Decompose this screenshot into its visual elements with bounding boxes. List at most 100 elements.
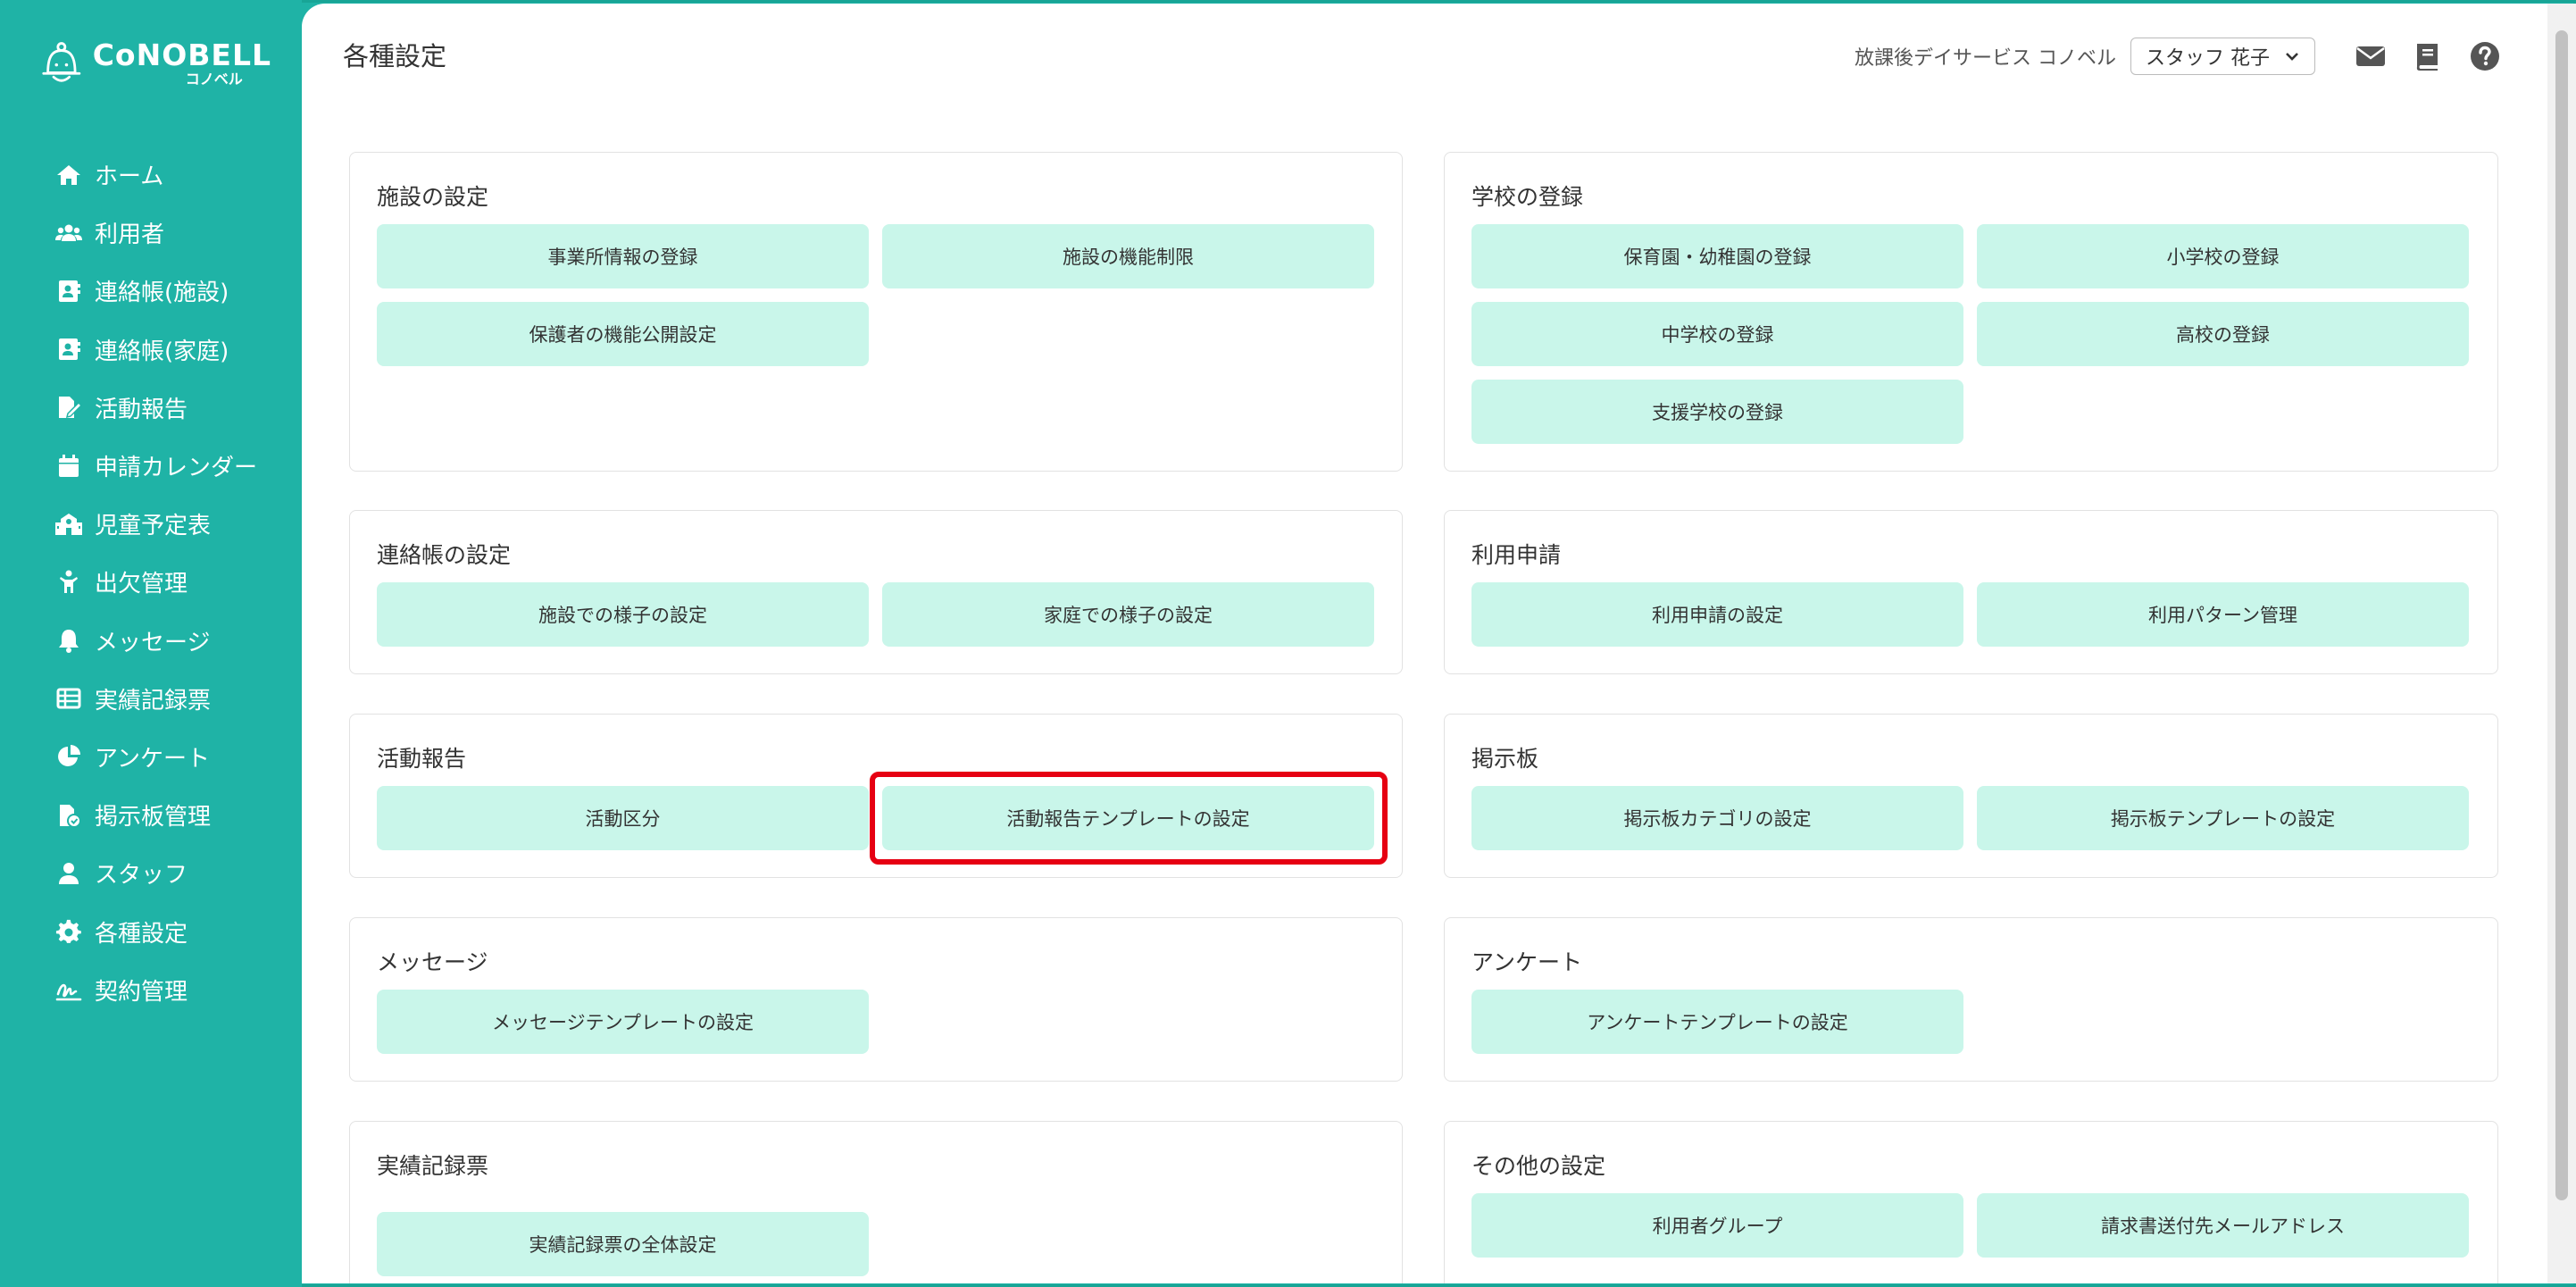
card-title: 掲示板 <box>1471 746 1539 772</box>
sidebar-item-label: ホーム <box>95 163 164 191</box>
sidebar-item-calendar[interactable]: 申請カレンダー <box>0 437 302 495</box>
card-title: その他の設定 <box>1471 1153 1606 1179</box>
sidebar-item-message[interactable]: メッセージ <box>0 612 302 670</box>
card-usage-application: 利用申請 利用申請の設定 利用パターン管理 <box>1444 510 2498 674</box>
usage-application-setting-button[interactable]: 利用申請の設定 <box>1471 582 1963 647</box>
sidebar-item-attendance[interactable]: 出欠管理 <box>0 553 302 611</box>
card-title: 実績記録票 <box>377 1153 489 1179</box>
sidebar-item-label: メッセージ <box>95 629 211 656</box>
sidebar-item-bulletin[interactable]: 掲示板管理 <box>0 786 302 844</box>
sidebar-item-label: 児童予定表 <box>95 513 212 540</box>
sidebar-item-record[interactable]: 実績記録票 <box>0 670 302 728</box>
sidebar-item-label: 実績記録票 <box>95 687 212 715</box>
card-contact-book-settings: 連絡帳の設定 施設での様子の設定 家庭での様子の設定 <box>349 510 1403 674</box>
school-icon <box>55 513 82 535</box>
report-edit-icon <box>59 397 82 419</box>
sidebar-item-label: 掲示板管理 <box>95 804 212 832</box>
sidebar-item-label: 連絡帳(家庭) <box>95 338 229 365</box>
elementary-registration-button[interactable]: 小学校の登録 <box>1977 224 2469 288</box>
card-activity-report: 活動報告 活動区分 活動報告テンプレートの設定 <box>349 714 1403 878</box>
sidebar-item-label: 連絡帳(施設) <box>95 280 229 307</box>
survey-template-button[interactable]: アンケートテンプレートの設定 <box>1471 990 1963 1054</box>
card-title: 活動報告 <box>377 746 467 772</box>
office-info-button[interactable]: 事業所情報の登録 <box>377 224 869 288</box>
usage-pattern-management-button[interactable]: 利用パターン管理 <box>1977 582 2469 647</box>
user-group-button[interactable]: 利用者グループ <box>1471 1193 1963 1258</box>
facility-function-limit-button[interactable]: 施設の機能制限 <box>882 224 1374 288</box>
card-performance-record: 実績記録票 実績記録票の全体設定 <box>349 1121 1403 1283</box>
sidebar-item-label: アンケート <box>95 745 210 773</box>
sidebar-item-users[interactable]: 利用者 <box>0 204 302 262</box>
staff-select-value: スタッフ 花子 <box>2146 47 2270 70</box>
home-icon <box>57 164 80 185</box>
sidebar: CoNOBELL コノベル ホーム 利用者 連絡帳(施設) 連絡帳(家庭) 活動… <box>0 0 302 1287</box>
header-right: 放課後デイサービス コノベル スタッフ 花子 <box>1855 36 2513 77</box>
user-icon <box>59 862 79 884</box>
chevron-down-icon <box>2286 53 2298 61</box>
card-title: メッセージ <box>377 949 488 975</box>
help-icon[interactable] <box>2469 40 2501 72</box>
brand-name: CoNOBELL <box>92 38 271 72</box>
sidebar-item-label: 出欠管理 <box>95 571 188 598</box>
sidebar-item-child-schedule[interactable]: 児童予定表 <box>0 495 302 553</box>
guardian-function-publish-button[interactable]: 保護者の機能公開設定 <box>377 302 869 366</box>
card-title: 連絡帳の設定 <box>377 542 512 568</box>
calendar-icon <box>59 454 79 477</box>
home-status-setting-button[interactable]: 家庭での様子の設定 <box>882 582 1374 647</box>
main-panel: 各種設定 放課後デイサービス コノベル スタッフ 花子 施設の設定 事業所情報の… <box>302 4 2547 1283</box>
staff-select[interactable]: スタッフ 花子 <box>2130 38 2315 75</box>
card-facility-settings: 施設の設定 事業所情報の登録 施設の機能制限 保護者の機能公開設定 <box>349 152 1403 472</box>
sidebar-nav: ホーム 利用者 連絡帳(施設) 連絡帳(家庭) 活動報告 申請カレンダー 児童予… <box>0 146 302 1019</box>
gear-icon <box>55 919 81 943</box>
sidebar-item-label: 利用者 <box>95 221 165 249</box>
bulletin-category-button[interactable]: 掲示板カテゴリの設定 <box>1471 786 1963 850</box>
page-title: 各種設定 <box>343 41 447 71</box>
sidebar-item-label: 活動報告 <box>95 396 188 423</box>
users-icon <box>55 224 82 241</box>
facility-name: 放課後デイサービス コノベル <box>1855 47 2116 70</box>
high-school-registration-button[interactable]: 高校の登録 <box>1977 302 2469 366</box>
facility-status-setting-button[interactable]: 施設での様子の設定 <box>377 582 869 647</box>
manual-book-icon[interactable] <box>2412 40 2444 72</box>
sidebar-item-label: 申請カレンダー <box>95 455 258 482</box>
child-icon <box>60 570 78 593</box>
message-template-button[interactable]: メッセージテンプレートの設定 <box>377 990 869 1054</box>
signature-icon <box>55 984 82 1001</box>
scrollbar-thumb[interactable] <box>2555 30 2568 1200</box>
junior-high-registration-button[interactable]: 中学校の登録 <box>1471 302 1963 366</box>
sidebar-item-staff[interactable]: スタッフ <box>0 844 302 902</box>
sidebar-item-contract[interactable]: 契約管理 <box>0 961 302 1019</box>
card-title: 学校の登録 <box>1471 184 1584 210</box>
contact-book-icon <box>59 338 80 361</box>
nursery-registration-button[interactable]: 保育園・幼稚園の登録 <box>1471 224 1963 288</box>
record-global-setting-button[interactable]: 実績記録票の全体設定 <box>377 1212 869 1276</box>
support-school-registration-button[interactable]: 支援学校の登録 <box>1471 380 1963 444</box>
activity-category-button[interactable]: 活動区分 <box>377 786 869 850</box>
sidebar-item-survey[interactable]: アンケート <box>0 728 302 786</box>
mail-icon[interactable] <box>2355 40 2387 72</box>
activity-report-template-button[interactable]: 活動報告テンプレートの設定 <box>882 786 1374 850</box>
card-survey: アンケート アンケートテンプレートの設定 <box>1444 917 2498 1082</box>
sidebar-item-label: 契約管理 <box>95 978 188 1006</box>
invoice-email-button[interactable]: 請求書送付先メールアドレス <box>1977 1193 2469 1258</box>
card-title: 施設の設定 <box>377 184 489 210</box>
sidebar-item-contact-home[interactable]: 連絡帳(家庭) <box>0 321 302 379</box>
sidebar-item-activity-report[interactable]: 活動報告 <box>0 379 302 437</box>
pie-chart-icon <box>58 745 80 767</box>
card-school-registration: 学校の登録 保育園・幼稚園の登録 小学校の登録 中学校の登録 高校の登録 支援学… <box>1444 152 2498 472</box>
card-message: メッセージ メッセージテンプレートの設定 <box>349 917 1403 1082</box>
bulletin-template-button[interactable]: 掲示板テンプレートの設定 <box>1977 786 2469 850</box>
brand-sub: コノベル <box>185 71 243 88</box>
card-other-settings: その他の設定 利用者グループ 請求書送付先メールアドレス <box>1444 1121 2498 1283</box>
contact-book-icon <box>59 280 80 302</box>
sidebar-item-label: スタッフ <box>95 862 188 890</box>
brand-logo[interactable]: CoNOBELL コノベル <box>39 32 271 95</box>
table-icon <box>56 688 81 709</box>
scrollbar-track[interactable] <box>2547 4 2576 1283</box>
sidebar-item-home[interactable]: ホーム <box>0 146 302 204</box>
bell-icon <box>59 630 79 654</box>
sidebar-item-label: 各種設定 <box>95 920 188 948</box>
sidebar-item-contact-facility[interactable]: 連絡帳(施設) <box>0 262 302 320</box>
sidebar-item-settings[interactable]: 各種設定 <box>0 902 302 960</box>
bulletin-file-icon <box>60 804 81 828</box>
